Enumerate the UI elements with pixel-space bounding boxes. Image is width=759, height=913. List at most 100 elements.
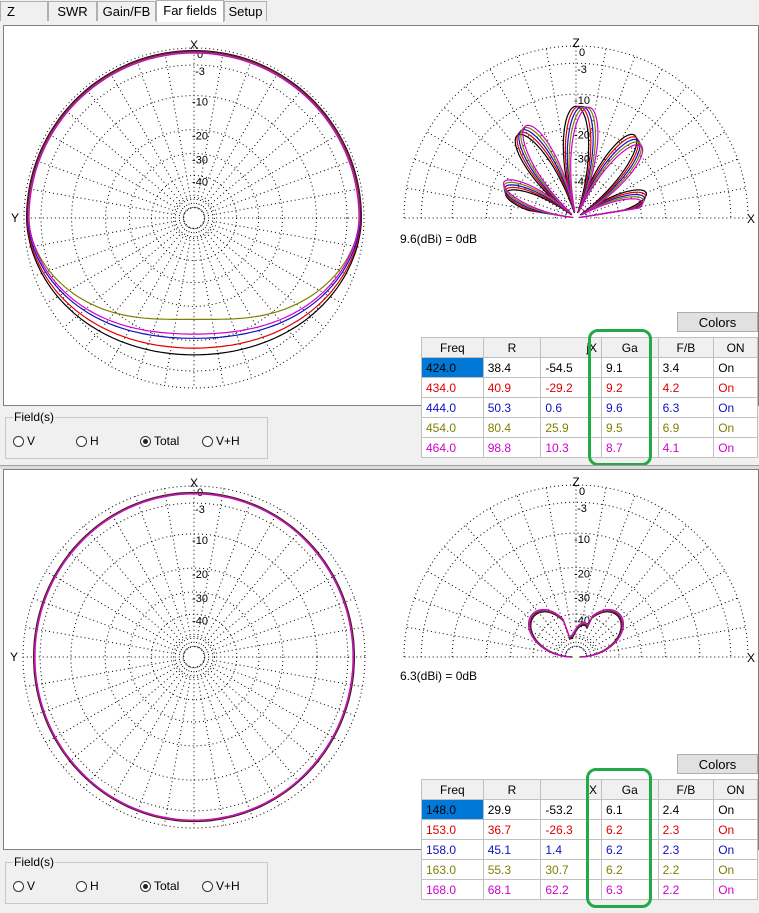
- radio-dot: [202, 435, 213, 447]
- radio-total[interactable]: Total: [140, 434, 179, 448]
- cell-freq[interactable]: 153.0: [421, 819, 484, 840]
- cell-r[interactable]: 36.7: [482, 819, 542, 840]
- cell-fb[interactable]: 2.2: [657, 859, 715, 880]
- grid-spoke: [135, 227, 191, 378]
- radio-label: Total: [154, 434, 180, 448]
- col-on[interactable]: ON: [713, 779, 758, 800]
- cell-r[interactable]: 50.3: [482, 397, 542, 418]
- cell-fb[interactable]: 2.3: [657, 839, 715, 860]
- cell-r[interactable]: 29.9: [482, 799, 542, 820]
- plot-area: 0 -3 -10 -20 -30 -40 X Y 0 -3 -10 -20 -30 -40 Z X 9.6(d…: [3, 25, 759, 466]
- grid-spoke: [163, 667, 193, 826]
- grid-spoke: [108, 508, 190, 649]
- ring-label: -20: [574, 569, 590, 581]
- cell-r[interactable]: 98.8: [482, 437, 542, 458]
- highlight-ga-column: [586, 768, 652, 908]
- grid-spoke: [516, 495, 573, 648]
- cell-r[interactable]: 68.1: [482, 879, 542, 900]
- radio-v-h[interactable]: V+H: [202, 434, 240, 448]
- grid-spoke: [195, 227, 225, 386]
- col-r[interactable]: R: [482, 337, 542, 358]
- cell-on[interactable]: On: [713, 357, 758, 378]
- cell-fb[interactable]: 4.1: [657, 437, 715, 458]
- cell-freq[interactable]: 454.0: [421, 417, 484, 438]
- cell-r[interactable]: 45.1: [482, 839, 542, 860]
- cell-fb[interactable]: 2.3: [657, 819, 715, 840]
- grid-spoke: [62, 546, 187, 651]
- grid-ring: [128, 152, 260, 284]
- grid-ring: [183, 207, 205, 229]
- radio-v-h[interactable]: V+H: [202, 879, 240, 893]
- cell-on[interactable]: On: [713, 839, 758, 860]
- ring-label: -3: [577, 503, 587, 515]
- grid-spoke: [200, 225, 304, 349]
- grid-spoke: [83, 525, 188, 650]
- ring-label: -40: [192, 177, 208, 189]
- col-fb[interactable]: F/B: [657, 337, 715, 358]
- cell-r[interactable]: 80.4: [482, 417, 542, 438]
- col-r[interactable]: R: [482, 779, 542, 800]
- cell-freq[interactable]: 168.0: [421, 879, 484, 900]
- grid-spoke: [45, 571, 186, 653]
- cell-fb[interactable]: 4.2: [657, 377, 715, 398]
- cell-fb[interactable]: 2.4: [657, 799, 715, 820]
- cell-on[interactable]: On: [713, 437, 758, 458]
- tab-swr[interactable]: SWR: [48, 1, 97, 21]
- cell-on[interactable]: On: [713, 397, 758, 418]
- tab-setup[interactable]: Setup: [224, 1, 267, 21]
- radio-v[interactable]: V: [13, 434, 35, 448]
- cell-freq[interactable]: 158.0: [421, 839, 484, 860]
- grid-spoke: [197, 227, 253, 378]
- tab-z[interactable]: Z: [0, 1, 48, 21]
- grid-spoke: [26, 219, 185, 249]
- cell-r[interactable]: 55.3: [482, 859, 542, 880]
- radio-h[interactable]: H: [76, 434, 99, 448]
- tab-far-fields[interactable]: Far fields: [156, 0, 224, 22]
- tab-bar: Z SWR Gain/FB Far fields Setup: [0, 0, 759, 23]
- col-freq[interactable]: Freq: [421, 337, 484, 358]
- cell-freq[interactable]: 434.0: [421, 377, 484, 398]
- cell-freq[interactable]: 464.0: [421, 437, 484, 458]
- cell-on[interactable]: On: [713, 859, 758, 880]
- ring-label: -30: [192, 154, 208, 166]
- fields-legend: Field(s): [13, 410, 56, 424]
- col-fb[interactable]: F/B: [657, 779, 715, 800]
- cell-on[interactable]: On: [713, 377, 758, 398]
- cell-fb[interactable]: 2.2: [657, 879, 715, 900]
- tab-gain-fb[interactable]: Gain/FB: [97, 1, 156, 21]
- grid-spoke: [414, 158, 567, 215]
- grid-spoke: [63, 224, 187, 328]
- cell-r[interactable]: 38.4: [482, 357, 542, 378]
- cell-on[interactable]: On: [713, 819, 758, 840]
- radio-v[interactable]: V: [13, 879, 35, 893]
- cell-freq[interactable]: 163.0: [421, 859, 484, 880]
- cell-freq[interactable]: 424.0: [421, 357, 484, 378]
- radio-h[interactable]: H: [76, 879, 99, 893]
- axis-label-top: X: [190, 476, 198, 490]
- grid-spoke: [197, 666, 253, 818]
- cell-freq[interactable]: 444.0: [421, 397, 484, 418]
- cell-fb[interactable]: 6.9: [657, 417, 715, 438]
- colors-button[interactable]: Colors: [677, 312, 758, 332]
- cell-on[interactable]: On: [713, 417, 758, 438]
- col-freq[interactable]: Freq: [421, 779, 484, 800]
- radio-total[interactable]: Total: [140, 879, 179, 893]
- grid-ring: [39, 502, 349, 812]
- grid-spoke: [203, 598, 355, 654]
- ring-label: -40: [192, 615, 208, 627]
- cell-freq[interactable]: 148.0: [421, 799, 484, 820]
- grid-spoke: [46, 222, 186, 304]
- cell-fb[interactable]: 3.4: [657, 357, 715, 378]
- col-on[interactable]: ON: [713, 337, 758, 358]
- grid-spoke: [582, 524, 687, 650]
- cell-fb[interactable]: 6.3: [657, 397, 715, 418]
- cell-on[interactable]: On: [713, 879, 758, 900]
- cell-r[interactable]: 40.9: [482, 377, 542, 398]
- grid-spoke: [200, 87, 304, 211]
- colors-button[interactable]: Colors: [677, 754, 758, 774]
- grid-spoke: [108, 70, 190, 210]
- gain-reference-label: 6.3(dBi) = 0dB: [400, 669, 478, 683]
- fields-legend: Field(s): [13, 855, 56, 869]
- grid-spoke: [84, 225, 188, 349]
- cell-on[interactable]: On: [713, 799, 758, 820]
